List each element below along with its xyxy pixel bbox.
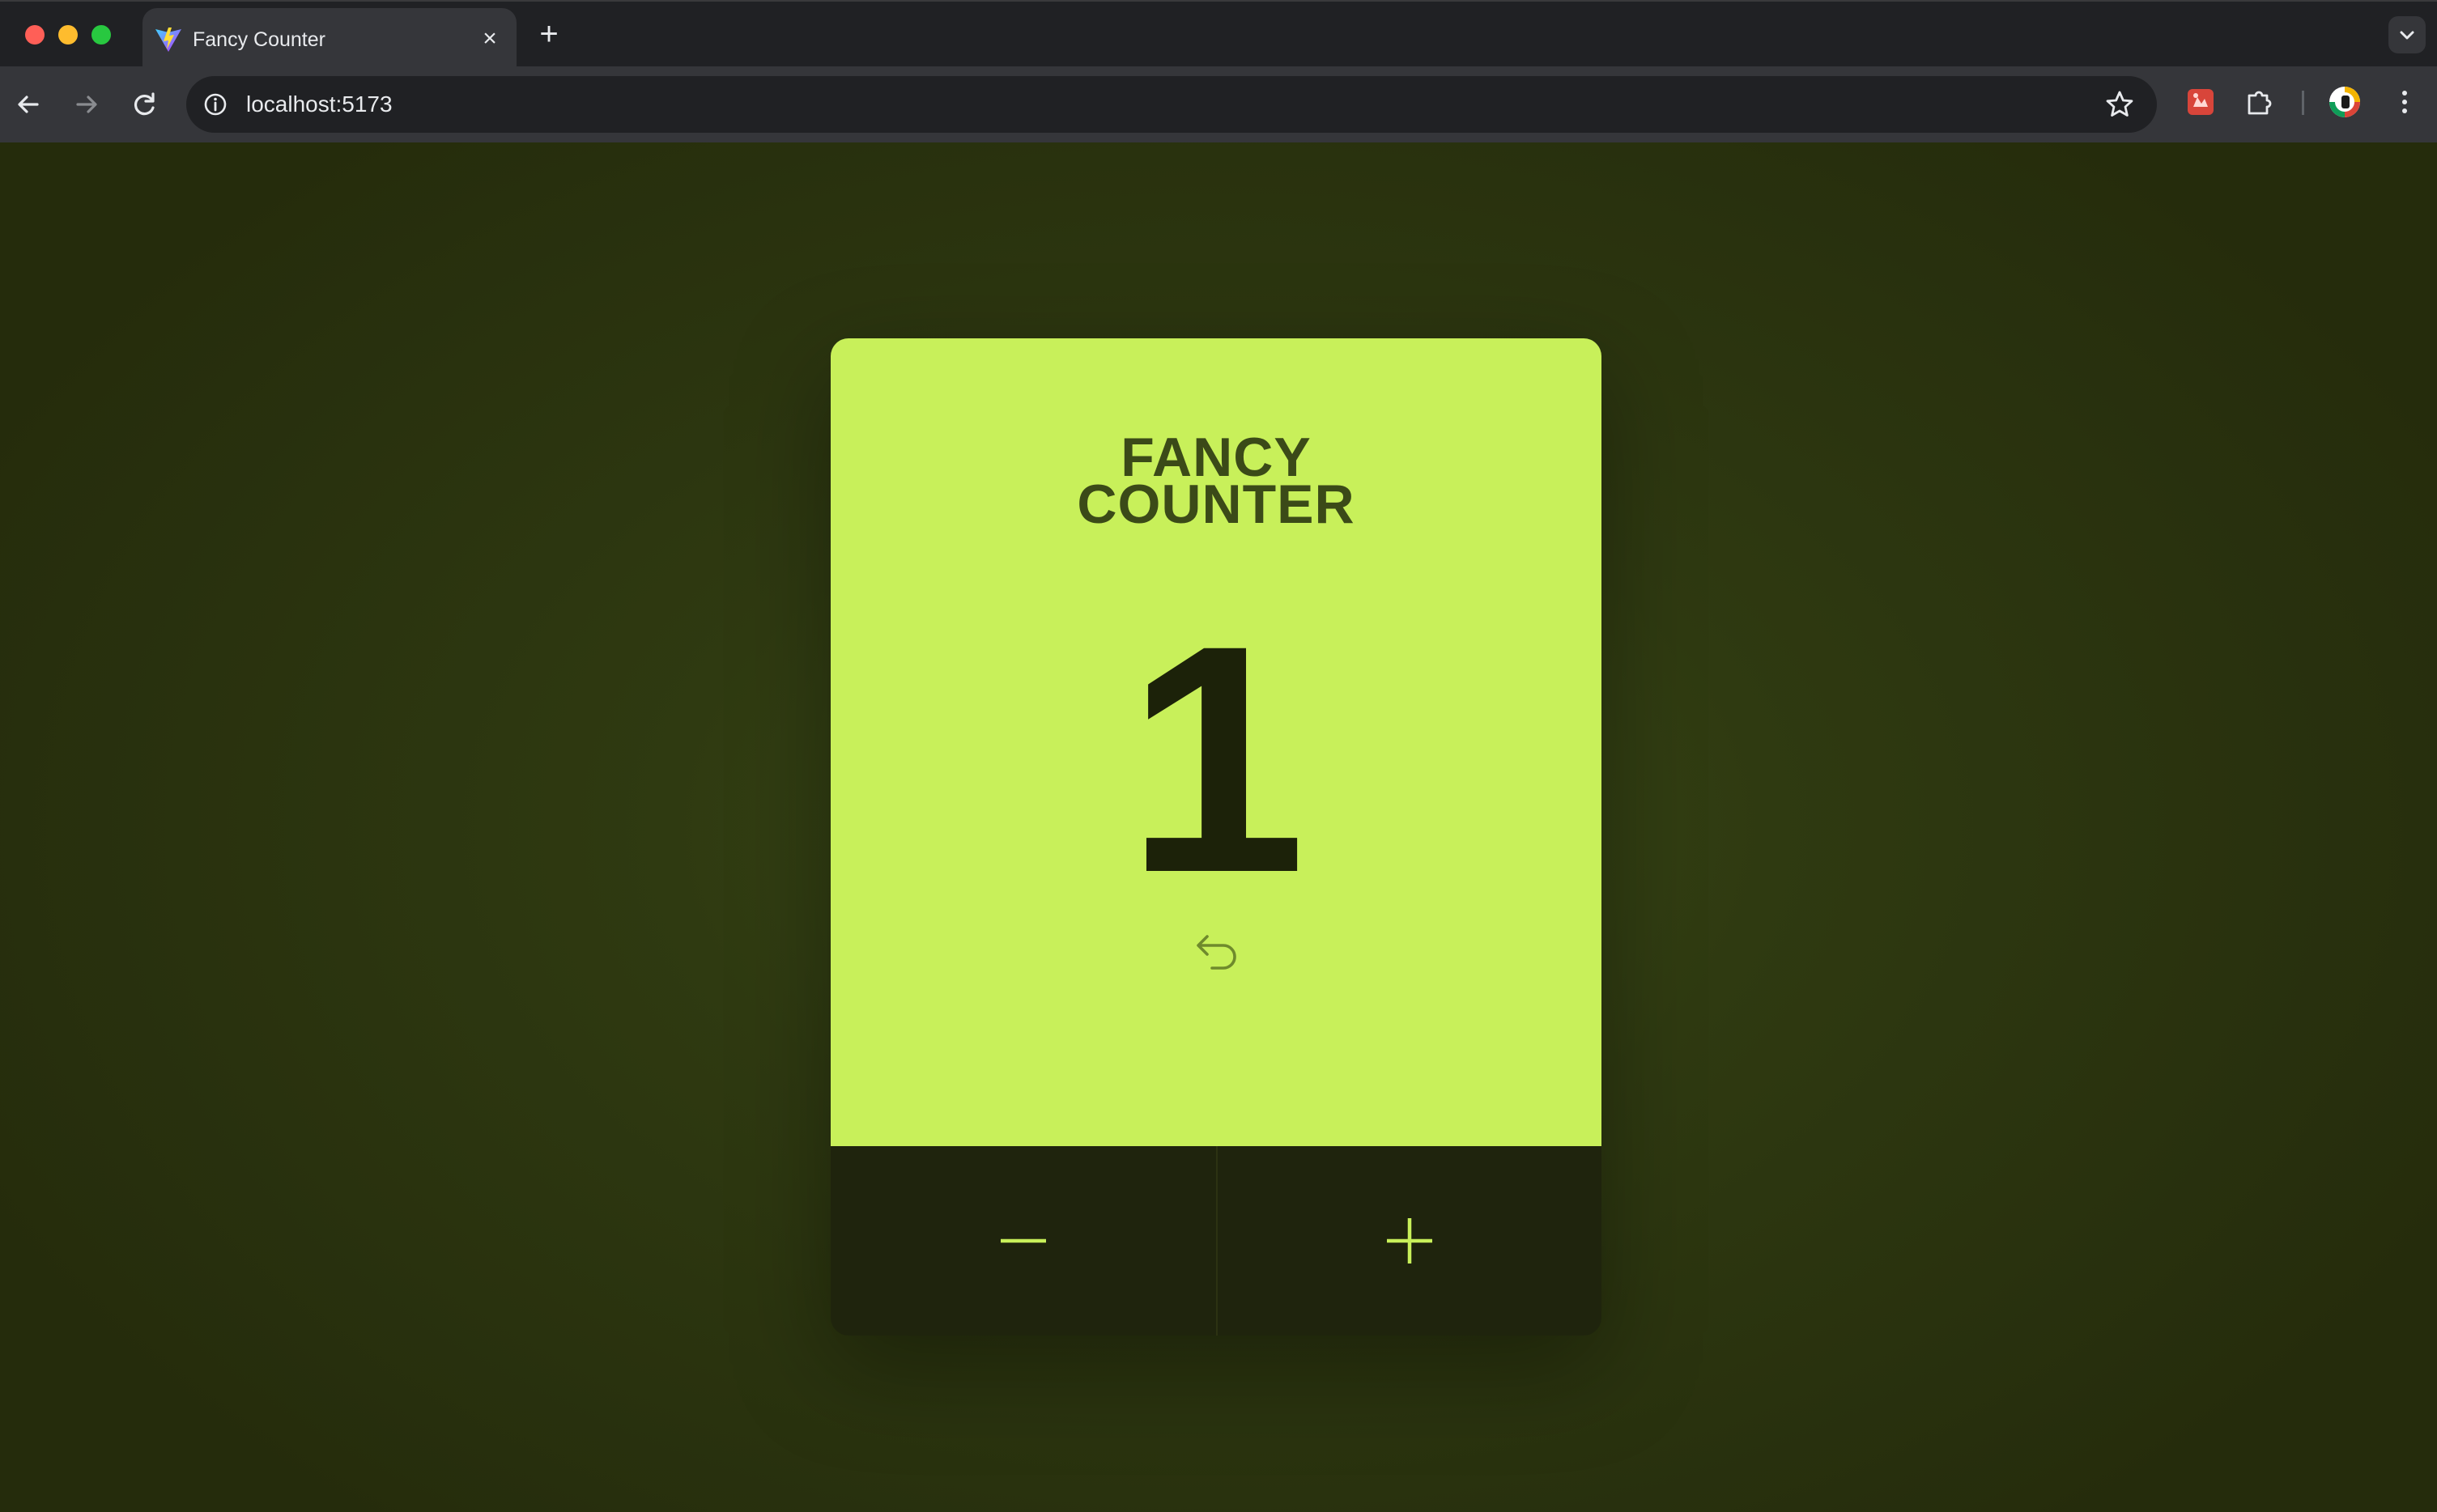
back-icon[interactable] — [10, 86, 47, 123]
minus-icon — [1001, 1238, 1046, 1243]
new-tab-button[interactable]: + — [533, 18, 565, 52]
window-zoom-button[interactable] — [91, 25, 111, 45]
page-title: FANCY COUNTER — [831, 430, 1601, 535]
window-minimize-button[interactable] — [58, 25, 78, 45]
info-icon[interactable] — [201, 90, 230, 119]
plus-icon — [1387, 1218, 1432, 1264]
count-value: 1 — [1125, 578, 1307, 940]
forward-icon[interactable] — [68, 86, 105, 123]
counter-card: FANCY COUNTER 1 — [831, 338, 1601, 1336]
star-icon[interactable] — [2103, 88, 2136, 121]
counter-controls — [831, 1146, 1601, 1336]
toolbar-separator — [2302, 91, 2304, 115]
tab-close-icon[interactable]: × — [476, 26, 504, 53]
tab-search-button[interactable] — [2388, 16, 2426, 53]
tab-title: Fancy Counter — [193, 28, 325, 51]
window-close-button[interactable] — [25, 25, 45, 45]
reload-icon[interactable] — [126, 86, 164, 123]
browser-tab[interactable]: Fancy Counter × — [142, 8, 517, 68]
vite-favicon-icon — [155, 28, 181, 52]
page-background: FANCY COUNTER 1 — [0, 142, 2437, 1512]
decrement-button[interactable] — [831, 1146, 1216, 1336]
avatar[interactable] — [2327, 84, 2363, 120]
browser-toolbar: localhost:5173 — [0, 66, 2437, 142]
puzzle-icon[interactable] — [2243, 84, 2278, 120]
menu-kebab-icon[interactable] — [2387, 84, 2422, 120]
counter-display-panel: FANCY COUNTER 1 — [831, 338, 1601, 1146]
chevron-down-icon — [2400, 31, 2414, 40]
address-bar[interactable]: localhost:5173 — [186, 76, 2157, 133]
undo-icon[interactable] — [1188, 926, 1244, 983]
browser-tab-bar: Fancy Counter × + — [0, 0, 2437, 68]
extension-red-icon[interactable] — [2183, 84, 2218, 120]
url-text: localhost:5173 — [246, 91, 393, 117]
increment-button[interactable] — [1216, 1146, 1601, 1336]
title-line-2: COUNTER — [1077, 474, 1355, 535]
